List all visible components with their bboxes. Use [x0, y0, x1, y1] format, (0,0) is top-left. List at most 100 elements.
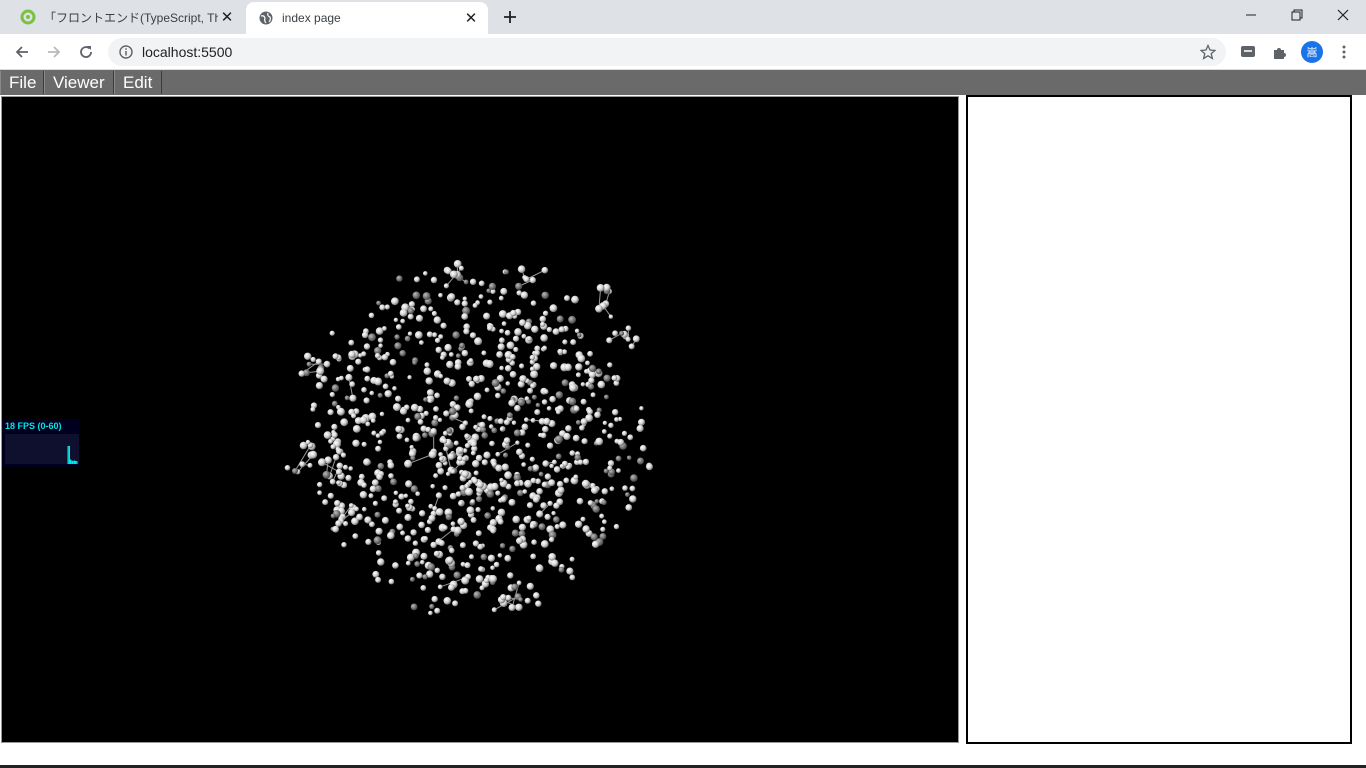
atom: [543, 389, 549, 395]
info-icon[interactable]: [118, 44, 134, 60]
atom: [541, 399, 548, 405]
address-bar[interactable]: localhost:5500: [108, 38, 1226, 66]
atom: [335, 468, 343, 476]
atom: [381, 495, 388, 502]
atom: [379, 304, 386, 311]
tab-index-page[interactable]: index page ✕: [246, 2, 488, 34]
menu-edit[interactable]: Edit: [114, 71, 162, 94]
profile-avatar[interactable]: 嵩: [1301, 41, 1323, 63]
atom: [553, 466, 561, 473]
minimize-icon[interactable]: [1228, 0, 1274, 30]
atom: [317, 481, 323, 488]
atom: [636, 424, 644, 433]
menu-viewer[interactable]: Viewer: [44, 71, 114, 94]
atom: [394, 342, 402, 350]
atom: [450, 270, 458, 279]
atom: [292, 468, 298, 474]
more-menu-icon[interactable]: [1334, 42, 1354, 62]
atom: [336, 462, 344, 470]
atom: [375, 327, 384, 335]
close-tab-icon[interactable]: ✕: [218, 8, 236, 26]
atom: [443, 377, 451, 385]
atom: [594, 411, 601, 419]
atom: [458, 501, 464, 506]
plus-icon[interactable]: [498, 5, 522, 29]
atom: [415, 314, 424, 322]
atom: [527, 387, 534, 394]
chat-extension-icon[interactable]: [1238, 42, 1258, 62]
atom: [396, 523, 404, 531]
atom: [348, 509, 356, 517]
atom: [499, 426, 505, 432]
atom: [355, 358, 362, 365]
fps-bar: [68, 446, 70, 464]
close-tab-icon[interactable]: ✕: [462, 9, 480, 27]
reload-icon[interactable]: [72, 38, 100, 66]
molecule-viewer-canvas[interactable]: 18 FPS (0-60): [1, 96, 959, 743]
atom: [464, 562, 471, 569]
atom: [444, 343, 452, 352]
atom: [413, 276, 420, 283]
fps-bar: [71, 460, 73, 464]
atom: [453, 526, 462, 535]
atom: [344, 395, 350, 401]
fps-stats-panel[interactable]: 18 FPS (0-60): [2, 419, 80, 467]
atom: [437, 584, 443, 590]
restore-icon[interactable]: [1274, 0, 1320, 30]
atom: [461, 313, 469, 320]
atom: [449, 547, 455, 554]
fps-graph: [5, 434, 79, 464]
tab-frontend[interactable]: 「フロントエンド(TypeScript, Three.js) ✕: [8, 0, 244, 34]
atom: [429, 603, 435, 610]
atom: [349, 394, 357, 402]
atom: [443, 597, 452, 605]
atom: [513, 473, 521, 482]
atom: [372, 570, 380, 578]
extensions-puzzle-icon[interactable]: [1270, 42, 1290, 62]
forward-arrow-icon[interactable]: [40, 38, 68, 66]
atom: [343, 464, 348, 470]
atom: [405, 480, 413, 488]
atom: [410, 603, 418, 611]
atom: [320, 375, 328, 383]
atom: [566, 567, 574, 575]
atom: [551, 559, 559, 567]
tab-title: index page: [282, 11, 341, 25]
atom: [575, 420, 581, 425]
atom: [433, 406, 439, 412]
atom: [364, 366, 371, 373]
atom: [388, 578, 395, 585]
atom: [384, 390, 392, 398]
atom: [371, 430, 377, 436]
atom: [487, 415, 493, 422]
atom: [428, 514, 436, 522]
atom: [438, 334, 444, 340]
atom: [387, 370, 394, 377]
atom: [505, 381, 511, 386]
atom: [379, 430, 385, 436]
atom: [625, 492, 630, 497]
atom: [587, 408, 593, 415]
atom: [307, 462, 313, 468]
atom: [371, 479, 379, 486]
atom: [438, 373, 444, 379]
atom: [419, 340, 424, 345]
atom: [479, 585, 485, 591]
molecule-render[interactable]: [2, 97, 959, 743]
atom: [588, 371, 597, 379]
close-icon[interactable]: [1320, 0, 1366, 30]
atom: [526, 336, 532, 342]
atom: [602, 420, 608, 426]
back-arrow-icon[interactable]: [8, 38, 36, 66]
atom: [512, 515, 520, 524]
menu-file[interactable]: File: [0, 71, 44, 94]
atom: [464, 433, 470, 439]
atom: [513, 346, 519, 353]
atom: [497, 508, 506, 517]
bookmark-star-icon[interactable]: [1199, 43, 1217, 65]
atom: [524, 396, 530, 402]
atom: [461, 349, 469, 357]
atom: [646, 463, 653, 471]
fps-bar: [67, 446, 69, 464]
atom: [572, 434, 580, 442]
